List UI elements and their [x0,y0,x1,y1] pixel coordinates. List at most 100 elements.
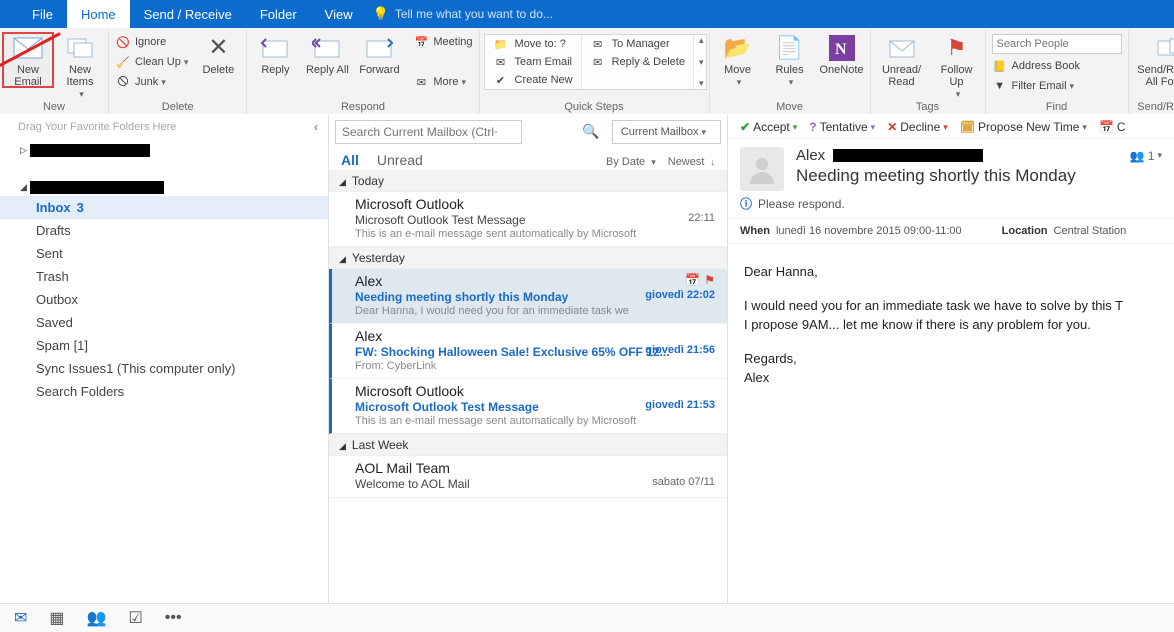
more-icon: ✉ [413,74,429,90]
folder-drafts[interactable]: Drafts [0,219,328,242]
cleanup-button[interactable]: 🧹 Clean Up▾ [115,52,188,72]
account-2[interactable]: ◢ user2@example.one [0,175,328,196]
group-send-receive: Send/Receive All Folders Send/Receive [1129,30,1174,116]
propose-time-button[interactable]: 🗓Propose New Time▾ [960,120,1087,134]
reply-all-icon [311,34,343,62]
folder-spam-1-[interactable]: Spam [1] [0,334,328,357]
search-people-input[interactable] [992,34,1122,54]
forward-icon [363,34,395,62]
tab-file[interactable]: File [18,0,67,28]
people-icon: 👥 [1129,149,1144,163]
msg-group-header[interactable]: ◢Today [329,170,727,192]
msg-group-header[interactable]: ◢Yesterday [329,247,727,269]
message-item[interactable]: AlexFW: Shocking Halloween Sale! Exclusi… [329,324,727,379]
ignore-button[interactable]: 🚫 Ignore [115,32,188,52]
flag-icon: ⚑ [704,273,715,287]
nav-mail-icon[interactable]: ✉ [14,608,27,628]
group-respond: Reply Reply All Forward 📅 Meeting ✉ [247,30,479,116]
folder-inbox[interactable]: Inbox3 [0,196,328,219]
forward-button[interactable]: Forward [353,32,405,76]
onenote-button[interactable]: N OneNote [816,32,868,76]
team-email-icon: ✉ [493,54,509,70]
message-item[interactable]: 📅⚑AlexNeeding meeting shortly this Monda… [329,269,727,324]
tentative-button[interactable]: ?Tentative▾ [809,120,875,134]
qs-create-new[interactable]: ✔Create New [493,71,573,89]
lightbulb-icon: 💡 [373,6,389,22]
svg-text:N: N [835,41,847,58]
unread-read-button[interactable]: Unread/ Read [873,32,931,88]
folder-saved[interactable]: Saved [0,311,328,334]
qs-move-to[interactable]: 📁Move to: ? [493,35,573,53]
qs-more-icon[interactable]: ▾ [699,78,704,89]
junk-icon: 🛇 [115,74,131,90]
quick-steps-gallery[interactable]: 📁Move to: ? ✉Team Email ✔Create New ✉To … [484,34,707,90]
follow-up-button[interactable]: ⚑ Follow Up▾ [931,32,983,100]
new-items-button[interactable]: New Items▾ [54,32,106,100]
nav-more-icon[interactable]: ••• [165,609,182,627]
nav-tasks-icon[interactable]: ☑ [128,608,142,628]
folder-sent[interactable]: Sent [0,242,328,265]
rules-button[interactable]: 📄 Rules▾ [764,32,816,88]
search-scope-dropdown[interactable]: Current Mailbox▾ [612,120,721,144]
msg-group-header[interactable]: ◢Last Week [329,434,727,456]
reading-subject: Needing meeting shortly this Monday [796,166,1162,186]
flag-icon: ⚑ [941,34,973,62]
search-mailbox-input[interactable] [335,120,522,144]
meeting-icon: 📅 [413,34,429,50]
folder-search-folders[interactable]: Search Folders [0,380,328,403]
move-button[interactable]: 📂 Move▾ [712,32,764,88]
folder-outbox[interactable]: Outbox [0,288,328,311]
message-item[interactable]: AOL Mail TeamWelcome to AOL Mailsabato 0… [329,456,727,498]
folder-sync-issues1-this-computer-only-[interactable]: Sync Issues1 (This computer only) [0,357,328,380]
send-receive-all-button[interactable]: Send/Receive All Folders [1131,32,1174,88]
qs-to-manager[interactable]: ✉To Manager [590,35,685,53]
group-tags: Unread/ Read ⚑ Follow Up▾ Tags [871,30,986,116]
ignore-icon: 🚫 [115,34,131,50]
search-icon[interactable]: 🔍 [582,123,599,140]
qs-reply-delete[interactable]: ✉Reply & Delete [590,53,685,71]
tab-folder[interactable]: Folder [246,0,311,28]
qs-team-email[interactable]: ✉Team Email [493,53,573,71]
people-count[interactable]: 👥 1▾ [1129,149,1162,163]
account-1[interactable]: ▷ user1@example.one [0,138,328,159]
onenote-icon: N [826,34,858,62]
tell-me-label: Tell me what you want to do... [395,7,553,21]
filter-unread-tab[interactable]: Unread [377,152,423,168]
tab-send-receive[interactable]: Send / Receive [130,0,246,28]
group-find: 📒 Address Book ▼ Filter Email▾ Find [986,30,1129,116]
more-respond-button[interactable]: ✉ More▾ [413,72,472,92]
nav-calendar-icon[interactable]: ▦ [49,608,64,628]
message-item[interactable]: Microsoft OutlookMicrosoft Outlook Test … [329,379,727,434]
decline-button[interactable]: ✕Decline▾ [887,120,948,134]
tab-view[interactable]: View [311,0,367,28]
folder-trash[interactable]: Trash [0,265,328,288]
reply-all-button[interactable]: Reply All [301,32,353,76]
nav-people-icon[interactable]: 👥 [87,608,107,628]
tell-me[interactable]: 💡 Tell me what you want to do... [373,0,553,28]
check-icon: ✔ [493,72,509,88]
reply-button[interactable]: Reply [249,32,301,76]
address-book-button[interactable]: 📒 Address Book [992,56,1122,76]
qs-up-icon[interactable]: ▴ [699,35,704,46]
collapse-favorites-icon[interactable]: ‹ [314,120,318,134]
junk-button[interactable]: 🛇 Junk▾ [115,72,188,92]
qs-down-icon[interactable]: ▾ [699,57,704,68]
meeting-button[interactable]: 📅 Meeting [413,32,472,52]
delete-button[interactable]: ✕ Delete [192,32,244,76]
sort-order-dropdown[interactable]: Newest ↓ [668,156,715,168]
ribbon: New Email New Items▾ New 🚫 Ignore 🧹 [0,28,1174,117]
account-1-label: user1@example.one [30,144,150,157]
reply-delete-icon: ✉ [590,54,606,70]
filter-email-button[interactable]: ▼ Filter Email▾ [992,76,1122,96]
calendar-shortcut-button[interactable]: 📅C [1099,120,1126,134]
sort-by-dropdown[interactable]: By Date ▾ [606,156,656,168]
accept-button[interactable]: ✔Accept▾ [740,120,797,134]
cleanup-icon: 🧹 [115,54,131,70]
group-new: New Email New Items▾ New [0,30,109,116]
message-item[interactable]: Microsoft OutlookMicrosoft Outlook Test … [329,192,727,247]
favorites-hint: Drag Your Favorite Folders Here ‹ [0,116,328,138]
group-quick-steps: 📁Move to: ? ✉Team Email ✔Create New ✉To … [480,30,710,116]
folder-icon: 📁 [493,36,509,52]
tab-home[interactable]: Home [67,0,130,28]
filter-all-tab[interactable]: All [341,152,359,168]
